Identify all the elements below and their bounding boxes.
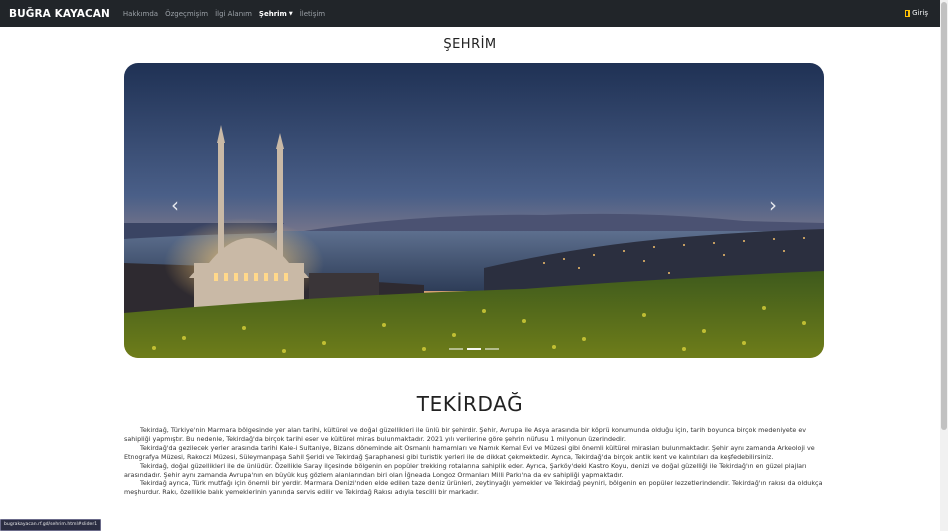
article-paragraph: Tekirdağ'da gezilecek yerler arasında ta…: [124, 443, 815, 461]
article-body: Tekirdağ, Türkiye'nin Marmara bölgesinde…: [124, 426, 824, 497]
nav-dropdown-label: Şehrim: [258, 9, 287, 18]
article-paragraph: Tekirdağ ayrıca, Türk mutfağı için öneml…: [124, 479, 823, 497]
top-navbar: BUĞRA KAYACAN Hakkımda Özgeçmişim İlgi A…: [0, 0, 940, 27]
login-door-icon: [905, 9, 911, 17]
caret-down-icon: ▼: [288, 10, 293, 17]
image-carousel: ‹ ›: [124, 63, 824, 358]
article-paragraph: Tekirdağ, doğal güzellikleri ile de ünlü…: [124, 461, 807, 479]
article-paragraph: Tekirdağ, Türkiye'nin Marmara bölgesinde…: [124, 426, 807, 443]
scrollbar-thumb[interactable]: [941, 2, 947, 430]
carousel-indicators: [124, 348, 824, 350]
carousel-indicator[interactable]: [485, 348, 499, 350]
link-status-tooltip: bugrakayacan.rf.gd/sehrim.html#slider1: [0, 519, 102, 531]
nav-link-ozgecmisim[interactable]: Özgeçmişim: [165, 10, 208, 18]
page-title: ŞEHRİM: [443, 37, 497, 52]
carousel-next-button[interactable]: ›: [769, 195, 777, 215]
section-heading: TEKİRDAĞ: [416, 391, 524, 416]
login-button[interactable]: Giriş: [905, 9, 928, 17]
brand-logo[interactable]: BUĞRA KAYACAN: [9, 8, 110, 20]
page-scrollbar[interactable]: [940, 0, 948, 531]
nav-dropdown-sehrim[interactable]: Şehrim ▼: [259, 10, 293, 18]
nav-link-hakkimda[interactable]: Hakkımda: [123, 10, 158, 18]
carousel-indicator[interactable]: [449, 348, 463, 350]
login-label: Giriş: [912, 9, 928, 17]
carousel-prev-button[interactable]: ‹: [171, 195, 179, 215]
nav-links: Hakkımda Özgeçmişim İlgi Alanım Şehrim ▼ …: [116, 10, 325, 18]
carousel-slide-image: [124, 63, 824, 358]
carousel-indicator-active[interactable]: [467, 348, 481, 350]
nav-link-iletisim[interactable]: İletişim: [300, 10, 325, 18]
nav-link-ilgi-alanim[interactable]: İlgi Alanım: [215, 10, 252, 18]
